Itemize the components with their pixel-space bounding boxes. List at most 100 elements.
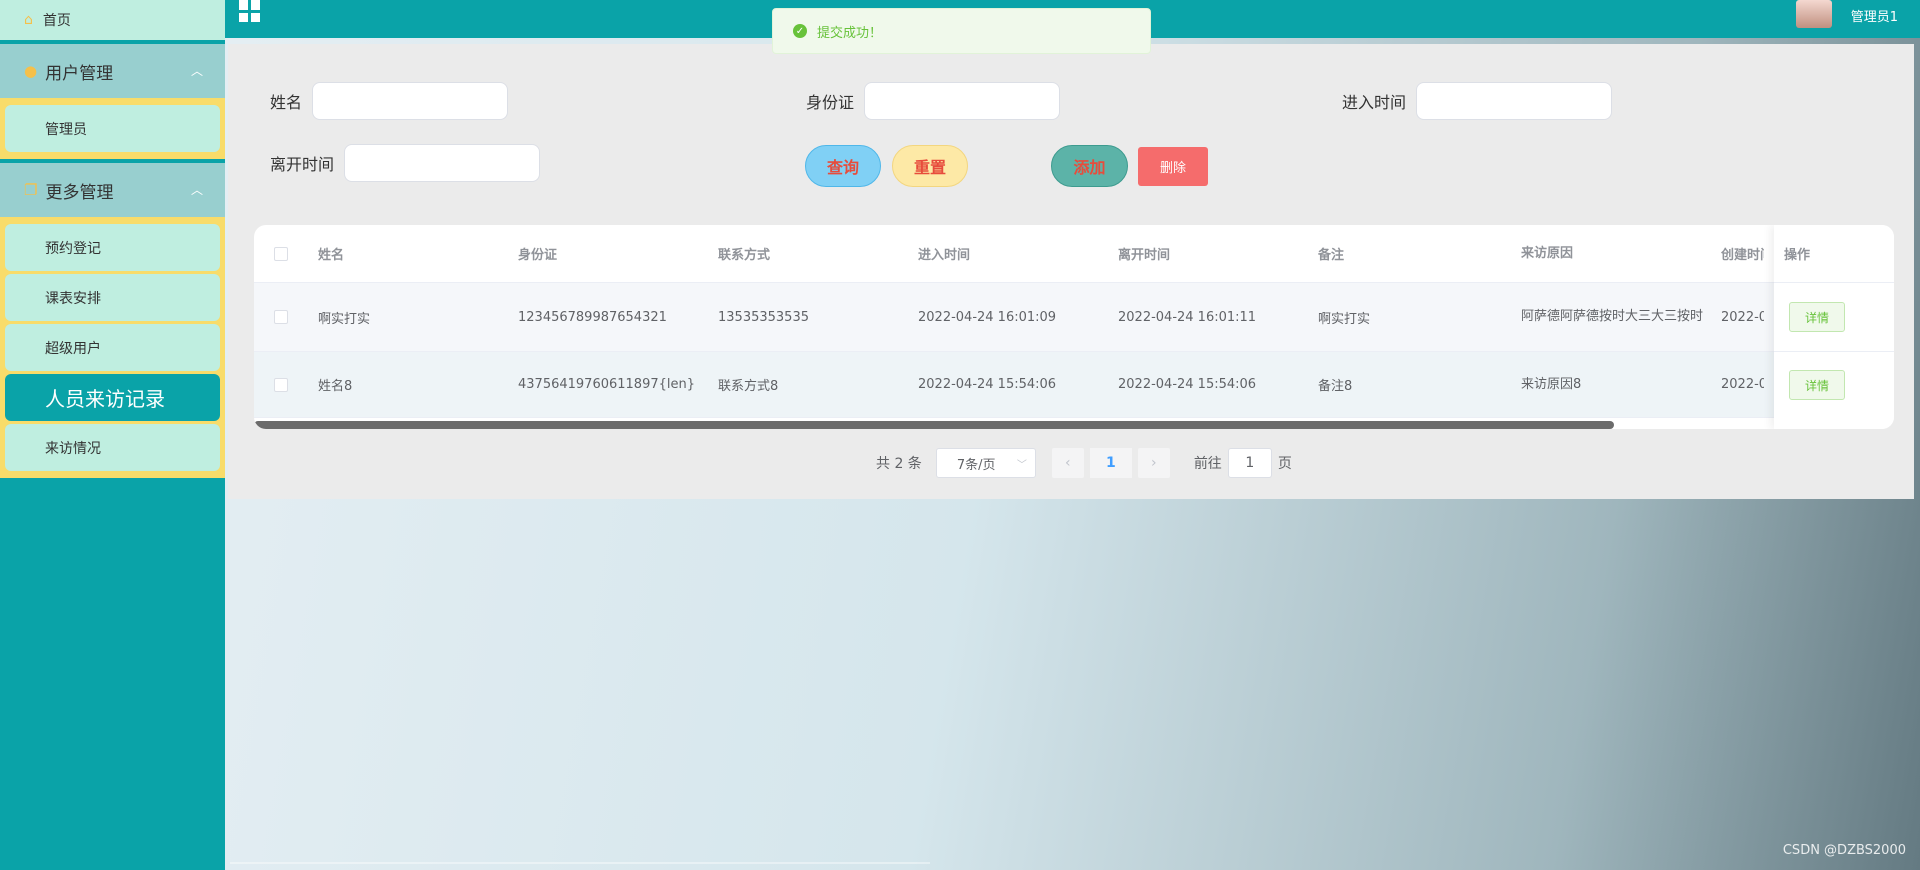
sidebar-item-visit-records[interactable]: 人员来访记录 [5,374,220,421]
header-note[interactable]: 备注 [1308,244,1511,263]
cell-reason: 阿萨德阿萨德按时大三大三按时 [1521,309,1704,324]
row-checkbox[interactable] [274,377,288,392]
cell-name: 姓名8 [318,379,353,394]
query-button[interactable]: 查询 [805,145,881,187]
cell-id: 43756419760611897{len} [518,377,695,392]
sidebar-group-more[interactable]: ❐ 更多管理 ︿ [0,159,225,217]
row-select-cell [254,377,308,392]
cell-name: 啊实打实 [318,311,371,327]
cell-created: 2022-04-24 [1721,309,1764,325]
chevron-left-icon: ‹ [1065,455,1071,471]
cell-out-time: 2022-04-24 15:54:06 [1118,377,1257,392]
pagination-total: 共 2 条 [876,456,922,472]
select-all-cell [254,246,308,261]
reset-button[interactable]: 重置 [892,145,968,187]
cell-in-time: 2022-04-24 16:01:09 [918,309,1057,325]
id-label: 身份证 [806,93,855,112]
sidebar-item-label: 预约登记 [45,240,101,257]
id-input[interactable] [864,82,1061,120]
page-size-select[interactable]: 7条/页 ﹀ [935,448,1036,478]
next-page-button[interactable]: › [1137,448,1170,478]
sidebar-item-label: 人员来访记录 [45,387,165,411]
sidebar: ⌂ 首页 ● 用户管理 ︿ 管理员 ❐ 更多管理 ︿ 预约登记 课表安排 超级用… [0,0,225,870]
success-toast: ✓ 提交成功！ [772,8,1151,54]
header-phone[interactable]: 联系方式 [708,244,908,263]
cell-reason: 来访原因8 [1521,376,1582,392]
sidebar-item-label: 管理员 [45,121,87,138]
header-name[interactable]: 姓名 [308,244,508,263]
table-header: 姓名 身份证 联系方式 进入时间 离开时间 备注 来访原因 创建时间 [254,225,1894,283]
sidebar-group-user[interactable]: ● 用户管理 ︿ [0,40,225,98]
bottom-scrollbar [230,862,930,864]
sidebar-item-superuser[interactable]: 超级用户 [5,324,220,371]
copy-icon: ❐ [24,181,38,199]
page-suffix: 页 [1277,456,1292,472]
search-name-row: 姓名 [270,82,509,120]
toast-message: 提交成功！ [817,25,883,41]
sidebar-group-label: 更多管理 [45,182,114,203]
search-id-row: 身份证 [806,82,1061,120]
goto-page-input[interactable]: 1 [1227,448,1272,478]
header-out-time[interactable]: 离开时间 [1108,244,1308,263]
chevron-down-icon: ﹀ [1016,459,1027,471]
page-size-value: 7条/页 [956,457,996,473]
horizontal-scrollbar[interactable] [254,421,1614,429]
delete-button[interactable]: 删除 [1138,147,1208,186]
sidebar-item-label: 来访情况 [45,440,101,457]
page-number-current[interactable]: 1 [1089,448,1132,478]
sidebar-item-schedule[interactable]: 课表安排 [5,274,220,321]
header-reason[interactable]: 来访原因 [1511,243,1711,265]
prev-page-button[interactable]: ‹ [1051,448,1084,478]
chevron-right-icon: › [1151,455,1157,471]
sidebar-item-visit-status[interactable]: 来访情况 [5,424,220,471]
goto-label: 前往 [1193,456,1222,472]
chevron-up-icon: ︿ [190,183,203,197]
in-time-input[interactable] [1416,82,1613,120]
cell-in-time: 2022-04-24 15:54:06 [918,377,1057,392]
check-icon: ✓ [793,24,807,38]
row-checkbox[interactable] [274,310,288,324]
row-select-cell [254,310,308,324]
sidebar-item-reservation[interactable]: 预约登记 [5,224,220,271]
cell-created: 2022-04-24 [1721,377,1764,392]
table-row[interactable]: 姓名8 43756419760611897{len} 联系方式8 2022-04… [254,352,1894,418]
chevron-up-icon: ︿ [190,64,203,78]
in-time-label: 进入时间 [1342,93,1407,112]
sidebar-submenu-user: 管理员 [0,98,225,159]
name-label: 姓名 [270,93,303,112]
watermark: CSDN @DZBS2000 [1782,843,1906,858]
cell-phone: 13535353535 [718,309,809,325]
visit-records-table: 姓名 身份证 联系方式 进入时间 离开时间 备注 来访原因 创建时间 啊实打实 … [254,225,1894,429]
header-created[interactable]: 创建时间 [1711,244,1764,263]
sidebar-submenu-more: 预约登记 课表安排 超级用户 人员来访记录 来访情况 [0,217,225,478]
sidebar-item-admin[interactable]: 管理员 [5,105,220,152]
detail-button[interactable]: 详情 [1789,302,1845,332]
add-button[interactable]: 添加 [1051,145,1128,187]
sidebar-item-label: 超级用户 [45,340,101,357]
user-icon: ● [24,62,38,80]
avatar[interactable] [1796,0,1832,28]
cell-out-time: 2022-04-24 16:01:11 [1118,309,1257,325]
search-out-time-row: 离开时间 [270,144,541,182]
table-row[interactable]: 啊实打实 123456789987654321 13535353535 2022… [254,283,1894,352]
sidebar-item-home[interactable]: ⌂ 首页 [0,0,225,40]
out-time-label: 离开时间 [270,155,335,174]
cell-phone: 联系方式8 [718,379,779,394]
out-time-input[interactable] [344,144,541,182]
name-input[interactable] [312,82,509,120]
sidebar-item-label: 课表安排 [45,290,101,307]
header-id[interactable]: 身份证 [508,244,708,263]
actions-column: 操作 详情 详情 [1774,225,1894,429]
sidebar-item-label: 首页 [42,13,71,29]
select-all-checkbox[interactable] [274,246,288,261]
menu-grid-icon[interactable] [239,0,261,22]
cell-note: 备注8 [1318,379,1353,394]
actions-cell: 详情 [1774,283,1894,352]
search-in-time-row: 进入时间 [1342,82,1613,120]
admin-name[interactable]: 管理员1 [1851,6,1898,25]
detail-button[interactable]: 详情 [1789,370,1845,400]
header-in-time[interactable]: 进入时间 [908,244,1108,263]
pagination: 共 2 条 7条/页 ﹀ ‹ 1 › 前往 1 页 [876,448,1292,478]
actions-cell: 详情 [1774,352,1894,418]
home-icon: ⌂ [24,12,33,28]
